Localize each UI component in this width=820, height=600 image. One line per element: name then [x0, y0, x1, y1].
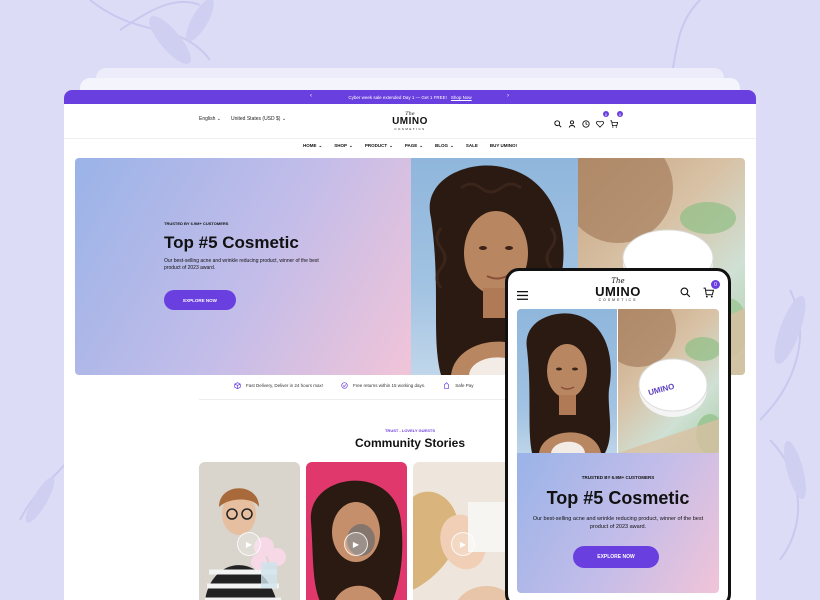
- chevron-down-icon: ⌄: [450, 142, 454, 148]
- mobile-header: The UMINO COSMETICS 0: [508, 271, 728, 309]
- currency-selector[interactable]: United States (USD $) ⌄: [231, 116, 286, 122]
- feature-item: Fast Delivery, Deliver in 24 hours max!: [234, 382, 323, 389]
- community-story-card[interactable]: ▶: [306, 462, 407, 600]
- community-story-card[interactable]: ▶: [413, 462, 514, 600]
- play-video-icon[interactable]: ▶: [344, 532, 368, 556]
- user-icon[interactable]: [568, 115, 576, 128]
- chevron-down-icon: ⌄: [419, 142, 424, 148]
- nav-item-shop[interactable]: SHOP ⌄: [334, 143, 353, 149]
- site-logo[interactable]: The UMINO COSMETICS: [390, 112, 430, 132]
- safe-payment-icon: [443, 382, 450, 389]
- hero-eyebrow: TRUSTED BY 6.9M+ CUSTOMERS: [164, 221, 229, 226]
- cart-count-badge: 0: [711, 280, 720, 289]
- mobile-hero-description: Our best-selling acne and wrinkle reduci…: [532, 516, 704, 530]
- chevron-down-icon: ⌄: [389, 142, 393, 148]
- nav-item-product[interactable]: PRODUCT ⌄: [365, 143, 393, 149]
- play-video-icon[interactable]: ▶: [237, 532, 261, 556]
- mobile-hero-model-photo: [517, 309, 617, 453]
- nav-item-home[interactable]: HOME ⌄: [303, 143, 322, 149]
- announcement-bar: ‹ Cyber week sale extended Day 1 — Get 1…: [64, 90, 756, 104]
- chevron-right-icon[interactable]: ›: [507, 93, 509, 99]
- cart-icon[interactable]: 0: [610, 111, 623, 128]
- language-selector[interactable]: English ⌄: [199, 116, 221, 122]
- main-navigation: HOME ⌄ SHOP ⌄ PRODUCT ⌄ PAGE ⌄ BLOG ⌄ SALE BU…: [64, 138, 756, 152]
- site-header: English ⌄ United States (USD $) ⌄ The UM…: [64, 104, 756, 138]
- shop-now-link[interactable]: Shop Now: [451, 95, 472, 100]
- feature-item: Free returns within 15 working days.: [341, 382, 425, 389]
- chevron-left-icon[interactable]: ‹: [310, 93, 312, 99]
- mobile-explore-now-button[interactable]: EXPLORE NOW: [573, 546, 659, 568]
- cart-count-badge: 0: [617, 111, 623, 117]
- history-clock-icon[interactable]: [582, 115, 590, 128]
- search-icon[interactable]: [554, 115, 562, 128]
- nav-item-page[interactable]: PAGE ⌄: [405, 143, 423, 149]
- mobile-hero-eyebrow: TRUSTED BY 6.9M+ CUSTOMERS: [581, 475, 655, 480]
- wishlist-heart-icon[interactable]: 0: [596, 111, 609, 128]
- returns-icon: [341, 382, 348, 389]
- mobile-hero-product-photo: UMINO: [618, 309, 719, 453]
- chevron-down-icon: ⌄: [216, 116, 221, 122]
- mobile-hero-text-panel: TRUSTED BY 6.9M+ CUSTOMERS Top #5 Cosmet…: [517, 453, 719, 593]
- chevron-down-icon: ⌄: [281, 116, 287, 122]
- announcement-text: Cyber week sale extended Day 1 — Get 1 F…: [348, 94, 447, 100]
- chevron-down-icon: ⌄: [349, 142, 353, 148]
- hero-title: Top #5 Cosmetic: [164, 233, 299, 252]
- mobile-hero-banner: UMINO TRUSTED BY 6.9M+ CUSTOMERS Top #5 …: [517, 309, 719, 593]
- community-story-card[interactable]: ▶: [199, 462, 300, 600]
- cart-icon[interactable]: 0: [703, 280, 720, 298]
- feature-item: Safe Pay: [443, 382, 474, 389]
- nav-item-buy-umino[interactable]: BUY UMINO!: [490, 143, 517, 148]
- feature-strip: Fast Delivery, Deliver in 24 hours max! …: [234, 382, 474, 389]
- mobile-hero-title: Top #5 Cosmetic: [546, 488, 690, 508]
- mobile-site-logo[interactable]: The UMINO COSMETICS: [592, 278, 644, 303]
- delivery-box-icon: [234, 382, 241, 389]
- hero-text-panel: TRUSTED BY 6.9M+ CUSTOMERS Top #5 Cosmet…: [75, 158, 411, 375]
- hamburger-menu-icon[interactable]: [517, 287, 528, 305]
- chevron-down-icon: ⌄: [318, 142, 323, 148]
- nav-item-blog[interactable]: BLOG ⌄: [435, 143, 454, 149]
- search-icon[interactable]: [680, 285, 691, 298]
- explore-now-button[interactable]: EXPLORE NOW: [164, 290, 236, 310]
- play-video-icon[interactable]: ▶: [451, 532, 475, 556]
- wishlist-count-badge: 0: [603, 111, 609, 117]
- nav-item-sale[interactable]: SALE: [466, 143, 478, 148]
- hero-description: Our best-selling acne and wrinkle reduci…: [164, 258, 319, 271]
- mobile-site-preview: The UMINO COSMETICS 0 UMINO TRUSTED BY 6…: [505, 268, 731, 600]
